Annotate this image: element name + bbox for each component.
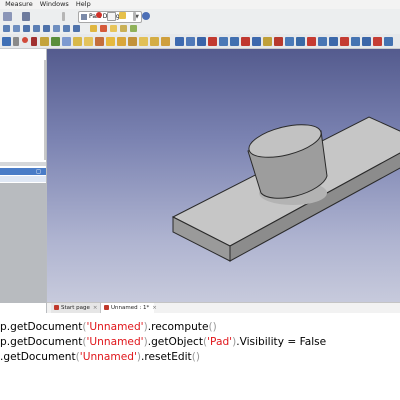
body-blue-icon[interactable]	[296, 37, 305, 46]
run-macro-icon[interactable]	[119, 12, 126, 19]
body-icon[interactable]	[110, 25, 117, 32]
pocket-icon[interactable]	[130, 25, 137, 32]
sub-box-icon[interactable]	[186, 37, 195, 46]
lcs-icon[interactable]	[51, 37, 60, 46]
freecad-icon	[54, 305, 59, 310]
polar-pattern-icon[interactable]	[263, 37, 272, 46]
helix-icon[interactable]	[161, 37, 170, 46]
feature2-icon[interactable]	[329, 37, 338, 46]
view-fit-icon[interactable]	[3, 25, 10, 32]
help-icon[interactable]	[142, 12, 150, 20]
console-token: 'Unnamed'	[86, 321, 144, 333]
file-toolbar: Part Design ▼	[0, 9, 400, 24]
console-token: .resetEdit	[141, 351, 192, 363]
console-token: .getDocument	[0, 351, 76, 363]
menu-item-windows[interactable]: Windows	[40, 0, 69, 9]
view-top-icon[interactable]	[33, 25, 40, 32]
line-icon[interactable]	[31, 37, 37, 46]
console-token: ()	[191, 351, 200, 363]
property-view	[0, 183, 46, 303]
separator-icon	[133, 12, 136, 21]
view-iso-icon[interactable]	[13, 25, 20, 32]
fillet-icon[interactable]	[197, 37, 206, 46]
arrow-icon[interactable]	[22, 12, 30, 21]
mirror-icon[interactable]	[241, 37, 250, 46]
feature6-icon[interactable]	[373, 37, 382, 46]
console-token: .getObject	[147, 336, 203, 348]
add-box-icon[interactable]	[175, 37, 184, 46]
scale-icon[interactable]	[274, 37, 283, 46]
macro-record-icon[interactable]	[96, 12, 102, 18]
shield-icon[interactable]	[3, 12, 12, 21]
console-token: ()	[208, 321, 217, 333]
feature5-icon[interactable]	[362, 37, 371, 46]
chamfer-icon[interactable]	[208, 37, 217, 46]
select-icon[interactable]	[13, 37, 19, 46]
feature3-icon[interactable]	[340, 37, 349, 46]
freecad-icon	[104, 305, 109, 310]
groove-icon[interactable]	[128, 37, 137, 46]
multitransform-icon[interactable]	[285, 37, 294, 46]
console-token: p.getDocument	[0, 336, 83, 348]
view-toolbar	[0, 24, 400, 34]
part-icon[interactable]	[90, 25, 97, 32]
revolve-icon[interactable]	[117, 37, 126, 46]
plane-icon[interactable]	[40, 37, 49, 46]
left-panel-scrollbar[interactable]	[44, 60, 46, 160]
console-line: p.getDocument('Unnamed').recompute()	[0, 320, 217, 335]
pad-icon[interactable]	[120, 25, 127, 32]
tab-label: Unnamed : 1*	[111, 305, 150, 311]
tab-unnamed[interactable]: Unnamed : 1* ×	[101, 303, 157, 313]
console-token: p.getDocument	[0, 321, 83, 333]
console-token: 'Pad'	[207, 336, 233, 348]
menu-bar: Measure Windows Help	[0, 0, 400, 9]
sweep-icon[interactable]	[150, 37, 159, 46]
close-icon[interactable]: ×	[93, 305, 98, 311]
thickness-icon[interactable]	[230, 37, 239, 46]
console-line: p.getDocument('Unnamed').getObject('Pad'…	[0, 335, 326, 350]
sketch-icon[interactable]	[100, 25, 107, 32]
view-rear-icon[interactable]	[53, 25, 60, 32]
panel-splitter[interactable]	[0, 162, 46, 166]
view-left-icon[interactable]	[73, 25, 80, 32]
menu-item-help[interactable]: Help	[76, 0, 91, 9]
menu-item-measure[interactable]: Measure	[5, 0, 33, 9]
console-token: .recompute	[147, 321, 209, 333]
3d-scene	[171, 116, 400, 262]
view-right-icon[interactable]	[43, 25, 50, 32]
boolean-icon[interactable]	[307, 37, 316, 46]
close-icon[interactable]: ×	[152, 305, 157, 311]
console-token: 'Unnamed'	[86, 336, 144, 348]
console-token: .Visibility = False	[236, 336, 327, 348]
console-token: 'Unnamed'	[79, 351, 137, 363]
tab-label: Start page	[61, 305, 90, 311]
tab-start-page[interactable]: Start page ×	[51, 303, 101, 313]
edit-macro-icon[interactable]	[107, 12, 116, 21]
feature7-icon[interactable]	[384, 37, 393, 46]
tree-item[interactable]	[0, 176, 46, 182]
draft-icon[interactable]	[219, 37, 228, 46]
hole-icon[interactable]	[106, 37, 115, 46]
console-line: .getDocument('Unnamed').resetEdit()	[0, 350, 200, 365]
close-icon[interactable]: ◻	[35, 168, 42, 175]
partdesign-toolbar	[0, 34, 400, 49]
feature-icon[interactable]	[318, 37, 327, 46]
pocket-icon[interactable]	[95, 37, 104, 46]
feature4-icon[interactable]	[351, 37, 360, 46]
loft-icon[interactable]	[139, 37, 148, 46]
partdesign-icon	[81, 14, 87, 20]
python-console[interactable]: p.getDocument('Unnamed').recompute() p.g…	[0, 313, 400, 400]
3d-view[interactable]	[47, 49, 400, 302]
point-icon[interactable]	[22, 37, 28, 43]
sketcher-icon[interactable]	[2, 37, 11, 46]
linear-pattern-icon[interactable]	[252, 37, 261, 46]
pad-icon[interactable]	[84, 37, 93, 46]
separator-icon	[62, 12, 65, 21]
view-front-icon[interactable]	[23, 25, 30, 32]
clone-icon[interactable]	[73, 37, 82, 46]
view-bottom-icon[interactable]	[63, 25, 70, 32]
shape-binder-icon[interactable]	[62, 37, 71, 46]
